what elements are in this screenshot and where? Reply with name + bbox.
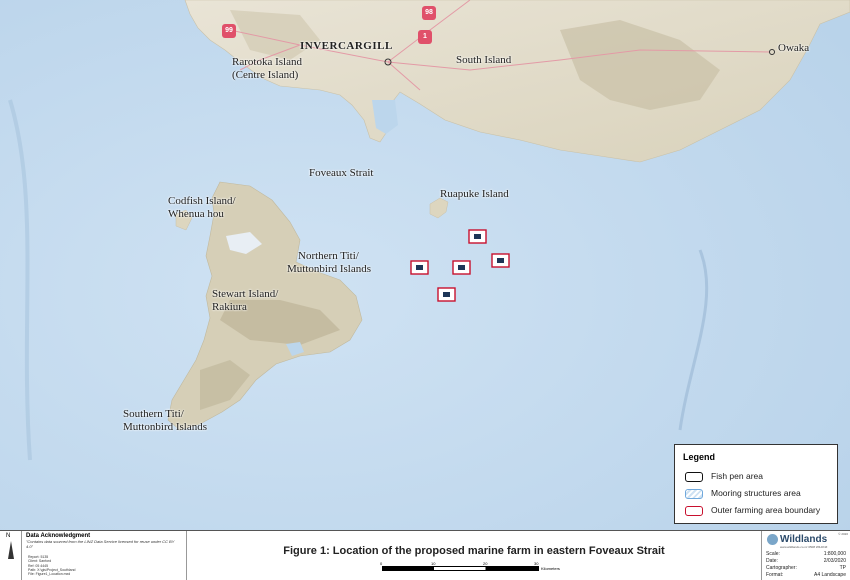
north-label: N — [6, 533, 11, 539]
copyright: © 2020 — [838, 532, 848, 536]
label-codfish-1: Codfish Island/ — [168, 195, 236, 207]
north-arrow-icon — [8, 541, 14, 559]
label-stewart-1: Stewart Island/ — [212, 288, 279, 300]
label-foveaux-strait: Foveaux Strait — [309, 167, 374, 179]
mooring-swatch — [685, 488, 703, 499]
scale-tick: 10 — [431, 561, 436, 566]
label-rarotoka-2: (Centre Island) — [232, 69, 299, 81]
label-southern-titi-2: Muttonbird Islands — [123, 421, 208, 433]
info-date: Date: 2/03/2020 — [766, 558, 846, 564]
label-ruapuke: Ruapuke Island — [440, 188, 509, 200]
label-rarotoka-1: Rarotoka Island — [232, 56, 302, 68]
legend-item-fish-pen: Fish pen area — [685, 471, 763, 482]
meta-row: File: Figure1_Location.mxd — [28, 572, 71, 577]
legend-label: Outer farming area boundary — [711, 505, 821, 515]
info-cartographer: Cartographer: TP — [766, 565, 846, 571]
label-northern-titi-1: Northern Titi/ — [298, 250, 359, 262]
scale-tick: 30 — [534, 561, 539, 566]
legend-title: Legend — [683, 452, 716, 462]
label-owaka: Owaka — [778, 42, 810, 54]
brand-name: Wildlands — [780, 534, 828, 545]
project-meta: Report: 5135 Client: Sanford Ref: 05 444… — [28, 555, 76, 576]
data-acknowledgment: Data Acknowledgment "Contains data sourc… — [22, 531, 187, 580]
info-panel: Wildlands www.wildlands.co.nz 0508 WILDN… — [762, 531, 850, 580]
scale-tick: 0 — [380, 561, 383, 566]
farm-site[interactable] — [410, 260, 429, 275]
legend-label: Fish pen area — [711, 471, 763, 481]
fish-pen-swatch — [685, 471, 703, 482]
road-shield: 99 — [222, 24, 236, 38]
north-arrow-panel: N — [0, 531, 22, 580]
farm-site[interactable] — [468, 229, 487, 244]
legend-item-mooring: Mooring structures area — [685, 488, 801, 499]
legend-item-outer-boundary: Outer farming area boundary — [685, 505, 820, 516]
label-stewart-2: Rakiura — [212, 301, 247, 313]
label-invercargill: INVERCARGILL — [300, 40, 393, 52]
label-northern-titi-2: Muttonbird Islands — [287, 263, 372, 275]
scale-unit: Kilometers — [541, 566, 560, 571]
legend: Legend Fish pen area Mooring structures … — [674, 444, 838, 524]
scale-tick: 20 — [483, 561, 488, 566]
label-codfish-2: Whenua hou — [168, 208, 224, 220]
title-panel: Figure 1: Location of the proposed marin… — [187, 531, 762, 580]
scale-bar — [382, 566, 539, 571]
farm-site[interactable] — [452, 260, 471, 275]
road-shield: 98 — [422, 6, 436, 20]
info-format: Format: A4 Landscape — [766, 572, 846, 578]
legend-label: Mooring structures area — [711, 488, 801, 498]
footer: N Data Acknowledgment "Contains data sou… — [0, 530, 850, 580]
figure-title: Figure 1: Location of the proposed marin… — [283, 545, 665, 557]
label-south-island: South Island — [456, 54, 512, 66]
ack-text: "Contains data sourced from the LINZ Dat… — [26, 539, 175, 549]
label-southern-titi-1: Southern Titi/ — [123, 408, 184, 420]
outer-boundary-swatch — [685, 505, 703, 516]
farm-site[interactable] — [437, 287, 456, 302]
farm-site[interactable] — [491, 253, 510, 268]
road-shield: 1 — [418, 30, 432, 44]
info-scale: Scale: 1:800,000 — [766, 551, 846, 557]
brand-site: www.wildlands.co.nz 0508 WILDNZ — [780, 545, 828, 549]
wildlands-logo-icon — [767, 534, 778, 545]
